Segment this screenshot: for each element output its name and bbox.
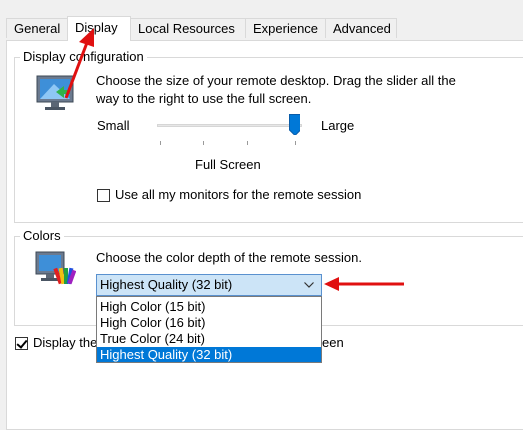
resolution-slider-thumb[interactable] <box>289 114 300 135</box>
color-palette-monitor-icon <box>35 251 76 285</box>
annotation-arrow-icon <box>324 277 404 291</box>
slider-tick <box>295 141 296 145</box>
colors-description: Choose the color depth of the remote ses… <box>96 250 362 265</box>
display-connection-bar-label-end[interactable]: een <box>322 334 344 352</box>
annotation-arrow-icon <box>64 28 94 99</box>
tab-experience[interactable]: Experience <box>245 18 326 38</box>
slider-value-label: Full Screen <box>195 157 261 172</box>
display-description: Choose the size of your remote desktop. … <box>96 73 456 106</box>
display-connection-bar-checkbox[interactable] <box>15 337 28 350</box>
use-all-monitors-checkbox[interactable] <box>97 189 110 202</box>
slider-tick <box>247 141 248 145</box>
slider-min-label: Small <box>97 118 130 133</box>
colors-legend: Colors <box>20 228 64 244</box>
slider-tick <box>160 141 161 145</box>
color-depth-option-selected[interactable]: Highest Quality (32 bit) <box>97 347 321 362</box>
color-depth-select[interactable]: Highest Quality (32 bit) <box>96 274 322 296</box>
color-depth-option[interactable]: High Color (15 bit) <box>97 299 321 314</box>
tab-label: Local Resources <box>138 21 235 36</box>
slider-max-label: Large <box>321 118 355 133</box>
chevron-down-icon <box>304 282 314 288</box>
color-depth-option[interactable]: True Color (24 bit) <box>97 331 321 346</box>
slider-tick <box>203 141 204 145</box>
color-depth-dropdown-list: High Color (15 bit) High Color (16 bit) … <box>96 296 322 363</box>
tab-label: Advanced <box>333 21 391 36</box>
tab-local-resources[interactable]: Local Resources <box>130 18 246 38</box>
tab-advanced[interactable]: Advanced <box>325 18 397 38</box>
display-connection-bar-label-start[interactable]: Display the <box>33 334 97 352</box>
color-depth-selected-value: Highest Quality (32 bit) <box>100 277 233 292</box>
tab-label: General <box>14 21 61 36</box>
use-all-monitors-label[interactable]: Use all my monitors for the remote sessi… <box>115 186 361 204</box>
color-depth-option[interactable]: High Color (16 bit) <box>97 315 321 330</box>
resolution-slider-track[interactable] <box>157 124 302 127</box>
tab-label: Experience <box>253 21 319 36</box>
